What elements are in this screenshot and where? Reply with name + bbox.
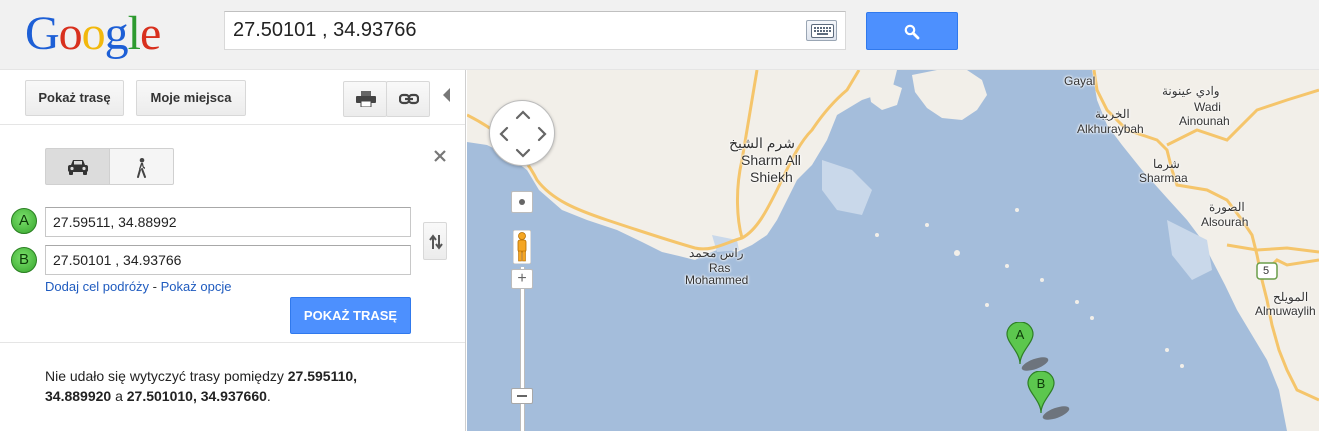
links-separator: - <box>149 279 161 294</box>
directions-links: Dodaj cel podróży - Pokaż opcje <box>45 279 231 294</box>
logo-letter: l <box>127 7 141 60</box>
pan-down-icon <box>515 148 531 158</box>
error-text-suffix: . <box>266 388 271 404</box>
print-icon <box>356 91 376 107</box>
waypoint-a-input[interactable] <box>45 207 411 237</box>
map-label-wadi-ar: وادي عينونة <box>1162 84 1220 98</box>
pan-right-icon <box>537 126 547 142</box>
reset-view-button[interactable] <box>511 191 533 213</box>
swap-icon <box>429 234 443 250</box>
print-button[interactable] <box>343 81 387 117</box>
search-icon <box>904 24 920 40</box>
map-label-ras-ar: راس محمد <box>689 246 744 260</box>
map-label-khuraybah-ar: الخريبة <box>1095 107 1130 121</box>
logo-letter: o <box>81 7 106 60</box>
car-icon <box>68 160 88 175</box>
show-route-tab[interactable]: Pokaż trasę <box>25 80 124 116</box>
map-label-sharmaa: Sharmaa <box>1139 171 1188 185</box>
link-icon <box>399 93 419 105</box>
my-places-tab[interactable]: Moje miejsca <box>136 80 246 116</box>
map-label-mohammed: Mohammed <box>685 273 749 287</box>
mode-walk-button[interactable] <box>109 148 174 185</box>
map-pin-b[interactable]: B <box>1026 371 1086 423</box>
waypoint-b-input[interactable] <box>45 245 411 275</box>
mode-car-button[interactable] <box>45 148 110 185</box>
pan-control[interactable] <box>489 100 555 166</box>
map-label-muwaylih-ar: المويلح <box>1273 290 1309 304</box>
map-canvas[interactable]: Gayal وادي عينونة Wadi Ainounah الخريبة … <box>467 70 1319 431</box>
waypoint-b-marker: B <box>11 247 37 273</box>
reef <box>822 160 872 215</box>
tiran-island <box>912 70 987 120</box>
error-text-prefix: Nie udało się wytyczyć trasy pomiędzy <box>45 368 288 384</box>
error-text-middle: a <box>111 388 127 404</box>
logo-letter: g <box>104 7 129 60</box>
error-to-coords: 27.501010, 34.937660 <box>126 388 267 404</box>
map-label-gayal: Gayal <box>1064 74 1096 88</box>
pan-left-icon <box>499 126 509 142</box>
route-5-shield: 5 <box>1263 265 1270 277</box>
pan-up-icon <box>515 110 531 120</box>
map-label-shiekh: Shiekh <box>750 169 793 185</box>
route-error-message: Nie udało się wytyczyć trasy pomiędzy 27… <box>45 366 425 406</box>
map-label-sourah: Alsourah <box>1201 215 1249 229</box>
map-label-khuraybah: Alkhuraybah <box>1077 122 1144 136</box>
search-box <box>224 11 846 50</box>
collapse-panel-icon[interactable] <box>443 88 450 102</box>
map-label-wadi: Wadi <box>1194 100 1221 114</box>
map-pin-a[interactable]: A <box>1005 322 1065 374</box>
directions-panel: Pokaż trasę Moje miejsca A 27.59511, 34.… <box>0 70 466 431</box>
map-label-muwaylih: Almuwaylih <box>1255 304 1316 318</box>
travel-mode-selector <box>45 148 174 185</box>
map-label-sharmaa-ar: شرما <box>1153 157 1180 171</box>
panel-toolbar: Pokaż trasę Moje miejsca <box>0 70 465 125</box>
search-button[interactable] <box>866 12 958 50</box>
swap-waypoints-button[interactable] <box>423 222 447 260</box>
pegman-icon[interactable] <box>513 230 531 264</box>
logo-letter: G <box>25 7 60 60</box>
map-pin-a-label: A <box>1016 327 1025 342</box>
zoom-slider-thumb[interactable] <box>511 388 533 404</box>
search-input[interactable] <box>233 12 803 49</box>
zoom-slider-track[interactable] <box>520 267 525 431</box>
link-button[interactable] <box>386 81 430 117</box>
close-icon[interactable] <box>432 148 448 164</box>
walk-icon <box>137 158 146 178</box>
logo-letter: o <box>58 7 83 60</box>
add-destination-link[interactable]: Dodaj cel podróży <box>45 279 149 294</box>
google-logo[interactable]: Google <box>25 6 161 62</box>
map-label-sharm: Sharm All <box>741 152 801 168</box>
map-pin-b-label: B <box>1037 376 1046 391</box>
waypoint-a-marker: A <box>11 208 37 234</box>
map-label-sharm-ar: شرم الشيخ <box>729 135 795 151</box>
zoom-in-button[interactable]: + <box>511 269 533 289</box>
keyboard-icon[interactable] <box>806 20 837 41</box>
show-route-button[interactable]: POKAŻ TRASĘ <box>290 297 411 334</box>
header-bar: Google <box>0 0 1319 70</box>
map-label-ainounah: Ainounah <box>1179 114 1230 128</box>
panel-divider <box>0 342 465 343</box>
map-label-sourah-ar: الصورة <box>1209 200 1245 214</box>
logo-letter: e <box>140 7 161 60</box>
show-options-link[interactable]: Pokaż opcje <box>161 279 232 294</box>
